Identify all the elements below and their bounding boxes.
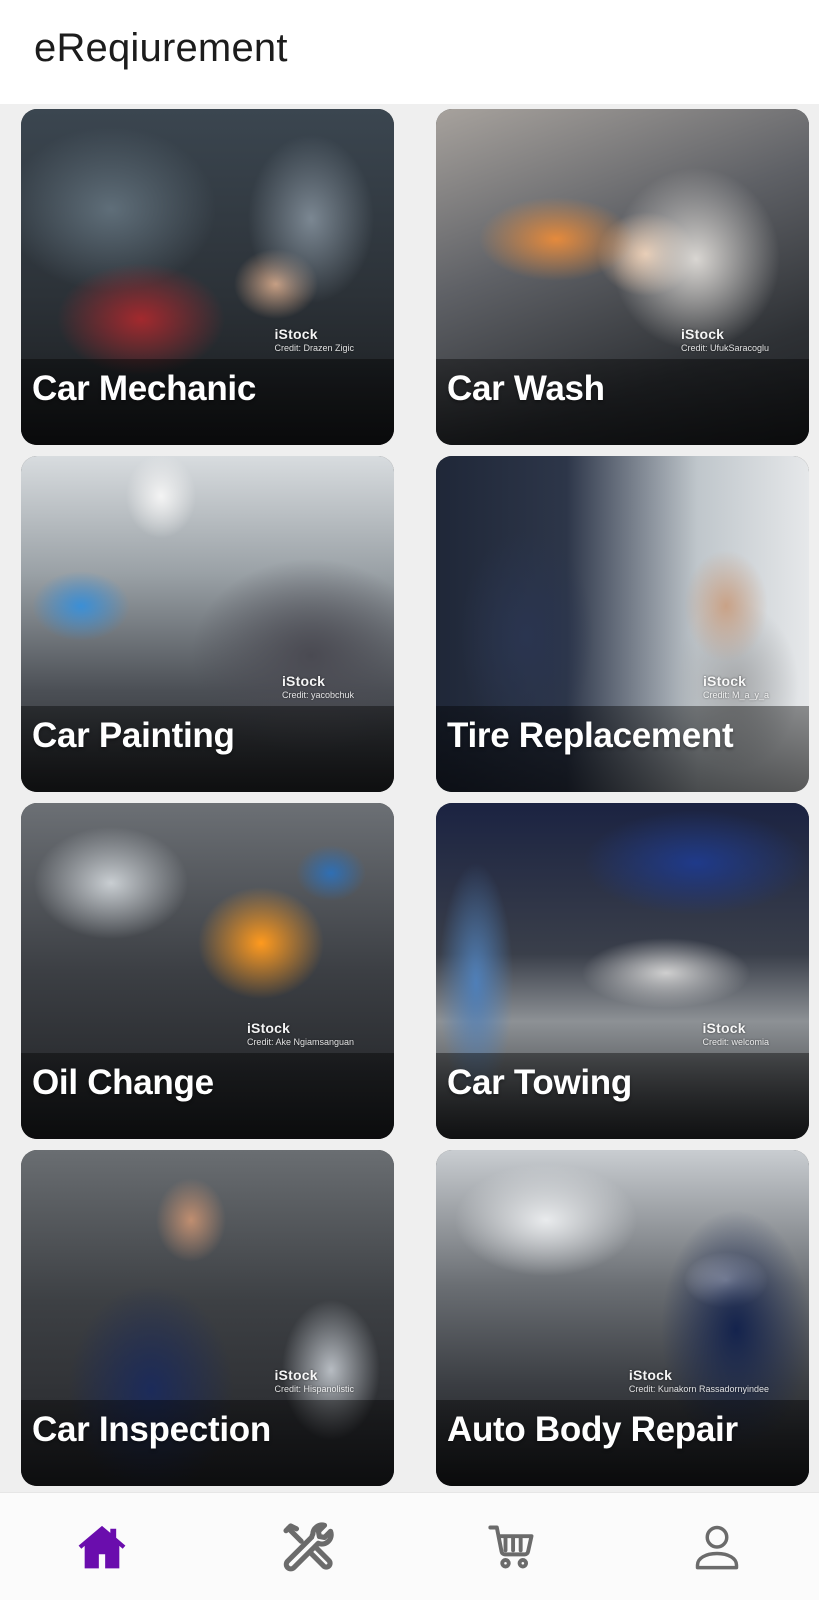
bottom-navigation (0, 1492, 819, 1600)
service-card-car-inspection[interactable]: iStock Credit: Hispanolistic Car Inspect… (21, 1150, 394, 1486)
service-title: Car Painting (32, 716, 235, 755)
nav-profile[interactable] (685, 1515, 749, 1579)
service-title: Tire Replacement (447, 716, 734, 755)
nav-services[interactable] (275, 1515, 339, 1579)
service-card-car-towing[interactable]: iStock Credit: welcomia Car Towing (436, 803, 809, 1139)
services-grid-container[interactable]: iStock Credit: Drazen Zigic Car Mechanic… (0, 104, 819, 1492)
istock-watermark: iStock Credit: welcomia (702, 1020, 769, 1047)
service-title: Auto Body Repair (447, 1410, 738, 1449)
istock-watermark: iStock Credit: UfukSaracoglu (680, 326, 769, 353)
nav-cart[interactable] (480, 1515, 544, 1579)
service-card-car-painting[interactable]: iStock Credit: yacobchuk Car Painting (21, 456, 394, 792)
tools-icon (283, 1522, 334, 1572)
service-title: Car Wash (447, 369, 605, 408)
app-title: eReqiurement (34, 25, 288, 70)
istock-watermark: iStock Credit: yacobchuk (281, 673, 354, 700)
service-card-car-wash[interactable]: iStock Credit: UfukSaracoglu Car Wash (436, 109, 809, 445)
istock-watermark: iStock Credit: Ake Ngiamsanguan (246, 1020, 354, 1047)
service-card-tire-replacement[interactable]: iStock Credit: M_a_y_a Tire Replacement (436, 456, 809, 792)
service-title: Car Mechanic (32, 369, 256, 408)
istock-watermark: iStock Credit: Kunakorn Rassadornyindee (628, 1367, 769, 1394)
cart-icon (488, 1525, 534, 1569)
home-icon (78, 1525, 126, 1569)
service-card-car-mechanic[interactable]: iStock Credit: Drazen Zigic Car Mechanic (21, 109, 394, 445)
services-grid: iStock Credit: Drazen Zigic Car Mechanic… (21, 109, 811, 1486)
service-title: Car Towing (447, 1063, 632, 1102)
istock-watermark: iStock Credit: Drazen Zigic (274, 326, 354, 353)
nav-home[interactable] (70, 1515, 134, 1579)
service-card-oil-change[interactable]: iStock Credit: Ake Ngiamsanguan Oil Chan… (21, 803, 394, 1139)
istock-watermark: iStock Credit: M_a_y_a (702, 673, 769, 700)
service-title: Car Inspection (32, 1410, 271, 1449)
service-card-auto-body-repair[interactable]: iStock Credit: Kunakorn Rassadornyindee … (436, 1150, 809, 1486)
profile-icon (695, 1525, 739, 1570)
app-bar: eReqiurement (0, 0, 819, 104)
istock-watermark: iStock Credit: Hispanolistic (274, 1367, 354, 1394)
service-title: Oil Change (32, 1063, 214, 1102)
